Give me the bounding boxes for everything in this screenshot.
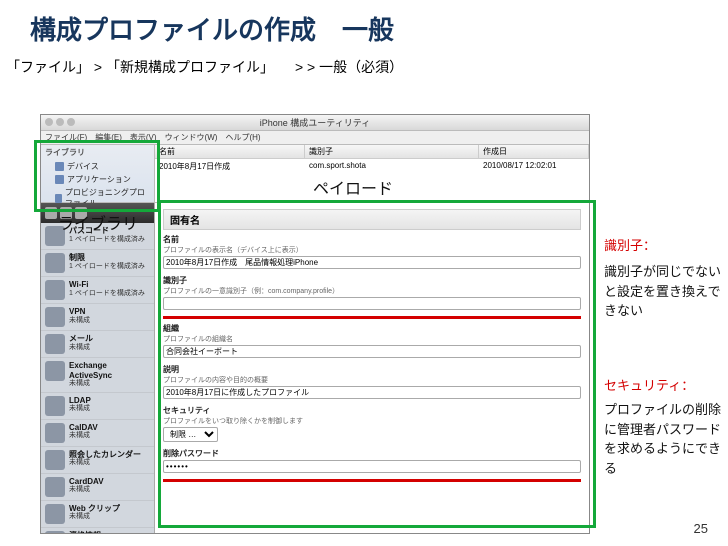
calendar-icon	[45, 450, 65, 470]
webclip-icon	[45, 504, 65, 524]
payload-callout-label: ペイロード	[313, 175, 393, 199]
description-input[interactable]	[163, 386, 581, 399]
window-buttons[interactable]	[45, 118, 75, 126]
note-security-head: セキュリティ：	[604, 376, 722, 396]
page-number: 25	[694, 521, 708, 536]
window-title: iPhone 構成ユーティリティ	[260, 118, 370, 128]
carddav-icon	[45, 477, 65, 497]
sidebar-item-ldap[interactable]: LDAP未構成	[41, 393, 154, 420]
col-name[interactable]: 名前	[155, 145, 305, 158]
identifier-input[interactable]	[163, 297, 581, 310]
security-select[interactable]: 制限 …	[163, 427, 218, 442]
slide-title: 構成プロファイルの作成 一般	[0, 0, 728, 53]
caldav-icon	[45, 423, 65, 443]
organization-input[interactable]	[163, 345, 581, 358]
field-security: セキュリティ プロファイルをいつ取り除くかを制御します 制限 …	[163, 405, 581, 442]
note-security-body: プロファイルの削除に管理者パスワードを求めるようにできる	[604, 400, 722, 478]
field-organization: 組織 プロファイルの組織名	[163, 323, 581, 358]
ldap-icon	[45, 396, 65, 416]
sidebar-item-wifi[interactable]: Wi-Fi1 ペイロードを構成済み	[41, 277, 154, 304]
sidebar-item-webclip[interactable]: Web クリップ未構成	[41, 501, 154, 528]
library-item-devices[interactable]: デバイス	[41, 160, 154, 173]
library-item-apps[interactable]: アプリケーション	[41, 173, 154, 186]
sidebar-item-mail[interactable]: メール未構成	[41, 331, 154, 358]
field-description: 説明 プロファイルの内容や目的の概要	[163, 364, 581, 399]
menu-help[interactable]: ヘルプ(H)	[225, 132, 260, 143]
library-header: ライブラリ	[41, 145, 154, 160]
menu-bar[interactable]: ファイル(F) 編集(E) 表示(V) ウィンドウ(W) ヘルプ(H)	[41, 131, 589, 145]
sidebar-item-exchange[interactable]: Exchange ActiveSync未構成	[41, 358, 154, 393]
col-id[interactable]: 識別子	[305, 145, 479, 158]
general-panel: 固有名 名前 プロファイルの表示名（デバイス上に表示） 識別子 プロファイルの一…	[155, 203, 589, 533]
menu-file[interactable]: ファイル(F)	[45, 132, 87, 143]
panel-section-title: 固有名	[163, 209, 581, 230]
list-row[interactable]: 2010年8月17日作成 com.sport.shota 2010/08/17 …	[155, 159, 589, 174]
menu-view[interactable]: 表示(V)	[130, 132, 157, 143]
exchange-icon	[45, 361, 65, 381]
sidebar-item-caldav[interactable]: CalDAV未構成	[41, 420, 154, 447]
col-created[interactable]: 作成日	[479, 145, 589, 158]
window-titlebar: iPhone 構成ユーティリティ	[41, 115, 589, 131]
mail-icon	[45, 334, 65, 354]
sidebar-item-vpn[interactable]: VPN未構成	[41, 304, 154, 331]
menu-window[interactable]: ウィンドウ(W)	[165, 132, 218, 143]
sidebar-item-subscribed-cal[interactable]: 照会したカレンダー未構成	[41, 447, 154, 474]
library-callout-label: ライブラリ	[58, 210, 138, 234]
name-input[interactable]	[163, 256, 581, 269]
menu-edit[interactable]: 編集(E)	[95, 132, 122, 143]
credentials-icon	[45, 531, 65, 533]
sidebar-item-carddav[interactable]: CardDAV未構成	[41, 474, 154, 501]
wifi-icon	[45, 280, 65, 300]
field-identifier: 識別子 プロファイルの一意識別子（例：com.company.profile）	[163, 275, 581, 319]
payload-sidebar: パスコード1 ペイロードを構成済み 制限1 ペイロードを構成済み Wi-Fi1 …	[41, 203, 155, 533]
vpn-icon	[45, 307, 65, 327]
sidebar-item-credentials[interactable]: 資格情報未構成	[41, 528, 154, 533]
field-remove-password: 削除パスワード	[163, 448, 581, 482]
remove-password-input[interactable]	[163, 460, 581, 473]
note-identifier-head: 識別子：	[604, 236, 722, 256]
sidebar-item-restrictions[interactable]: 制限1 ペイロードを構成済み	[41, 250, 154, 277]
library-pane: ライブラリ デバイス アプリケーション プロビジョニングプロファイル 構成プロフ…	[41, 145, 155, 202]
note-identifier-body: 識別子が同じでないと設定を置き換えできない	[604, 262, 722, 321]
breadcrumb: 「ファイル」 > 「新規構成プロファイル」 > > 一般（必須）	[0, 53, 728, 81]
field-name: 名前 プロファイルの表示名（デバイス上に表示）	[163, 234, 581, 269]
restrictions-icon	[45, 253, 65, 273]
